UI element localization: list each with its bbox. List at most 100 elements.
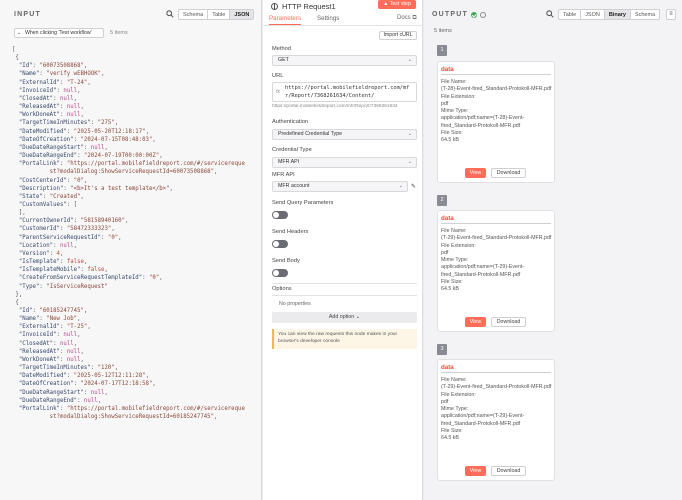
download-button[interactable]: Download [491,466,526,476]
download-button[interactable]: Download [491,317,526,327]
download-button[interactable]: Download [491,168,526,178]
docs-link[interactable]: Docs ⧉ [397,15,417,22]
view-button[interactable]: View [465,168,486,178]
expression-icon: fx [276,89,280,95]
json-line: { [12,55,19,62]
json-line: "Location": null, [12,242,78,249]
input-view-table[interactable]: Table [208,10,231,19]
json-line: "DateOfCreation": "2024-07-17T12:18:58", [12,381,156,388]
send-body-toggle[interactable] [272,269,288,277]
send-query-toggle[interactable] [272,211,288,219]
chevron-down-icon: ⌄ [17,30,22,36]
input-view-json[interactable]: JSON [230,10,254,19]
send-headers-toggle[interactable] [272,240,288,248]
json-line: "InvoiceId": null, [12,87,81,94]
json-line: "DueDateRangeStart": null, [12,144,108,151]
json-line: "DateModified": "2025-05-20T12:18:17", [12,128,150,135]
item-index-badge: 2 [437,195,447,206]
json-line: "Name": "New Job", [12,316,81,323]
add-option-button[interactable]: Add option ⌄ [272,312,417,323]
output-view-json[interactable]: JSON [581,10,605,19]
json-viewer[interactable]: [ { "Id": "60073508868", "Name": "verify… [12,46,260,421]
trigger-select[interactable]: ⌄ When clicking 'Test workflow' [14,28,104,38]
no-properties-text: No properties [279,301,311,307]
input-view-schema[interactable]: Schema [179,10,209,19]
json-line: }, [12,291,23,298]
input-header: INPUT Schema Table JSON ⌄ When clicking … [0,0,262,44]
binary-card: data File Name: (T-29)-Event-fired_Stand… [437,359,555,481]
binary-title: data [441,364,454,371]
chevron-down-icon: ⌄ [398,183,403,189]
json-line: "ReleasedAt": null, [12,348,84,355]
options-label: Options [272,286,292,292]
output-view-table[interactable]: Table [559,10,582,19]
binary-details: File Name: (T-29)-Event-fired_Standard-P… [441,228,552,293]
json-line: "ClosedAt": null, [12,340,78,347]
output-item-count: 5 items [434,28,452,34]
binary-title: data [441,215,454,222]
json-line: "ParentServiceRequestId": "0", [12,234,122,241]
tab-settings[interactable]: Settings [317,15,339,22]
json-line: { [12,299,19,306]
node-title: HTTP Request1 [271,2,336,11]
success-check-icon [470,11,477,18]
url-preview: https://portal.mobilefieldreport.com/mfr… [272,104,398,109]
search-icon[interactable] [546,10,554,18]
json-line: "ExternalId": "T-25", [12,324,91,331]
output-view-binary[interactable]: Binary [604,10,631,19]
import-curl-button[interactable]: Import cURL [379,31,417,40]
json-line: "IsTemplateMobile": false, [12,267,108,274]
json-line: "DueDateRangeStart": null, [12,389,108,396]
binary-card: data File Name: (T-28)-Event-fired_Stand… [437,61,555,183]
json-line: "ReleasedAt": null, [12,104,84,111]
input-title: INPUT [14,11,41,18]
input-view-switcher: Schema Table JSON [178,9,255,20]
json-line: "Id": "60185247745", [12,308,88,314]
credential-type-select[interactable]: MFR API ⌄ [272,157,417,168]
json-line: "PortalLink": "https://portal.mobilefiel… [12,161,245,168]
globe-icon [271,3,278,10]
view-button[interactable]: View [465,466,486,476]
json-line: "Description": "<b>It's a test template<… [12,185,173,192]
chevron-down-icon: ⌄ [407,131,412,137]
send-body-label: Send Body [272,258,300,264]
test-step-button[interactable]: ▲ Test step [378,0,416,9]
divider [272,283,417,284]
json-line: "DateModified": "2025-05-12T12:11:28", [12,373,150,380]
json-line: "InvoiceId": null, [12,332,81,339]
menu-icon[interactable]: ≡ [666,9,676,20]
json-line: "Version": 4, [12,250,64,257]
json-line: "TargetTimeInMinutes": "120", [12,365,119,372]
json-line: ], [12,210,26,217]
item-index-badge: 3 [437,344,447,355]
search-icon[interactable] [166,10,174,18]
node-panel: HTTP Request1 ▲ Test step Parameters Set… [263,0,423,500]
json-line: "ClosedAt": null, [12,95,78,102]
url-label: URL [272,73,284,79]
method-select[interactable]: GET ⌄ [272,55,417,66]
json-line: "WorkDoneAt": null, [12,112,84,119]
url-input[interactable]: fx https://portal.mobilefieldreport.com/… [272,82,417,102]
binary-details: File Name: (T-28)-Event-fired_Standard-P… [441,79,552,144]
tab-parameters[interactable]: Parameters [269,15,301,25]
json-line: st?modalDialog:ShowServiceRequestId=6007… [12,169,218,176]
view-button[interactable]: View [465,317,486,327]
json-line: "CustomValues": [ [12,201,78,208]
json-line: "CostCenterId": "0", [12,177,88,184]
mfr-api-select[interactable]: MFR account ⌄ [272,181,408,192]
json-line: "DueDateRangeEnd": "2024-07-19T00:00:00Z… [12,153,163,160]
output-panel: OUTPUT Table JSON Binary Schema ≡ 5 item… [424,0,682,500]
binary-details: File Name: (T-29)-Event-fired_Standard-P… [441,377,552,442]
binary-card: data File Name: (T-29)-Event-fired_Stand… [437,210,555,332]
send-headers-label: Send Headers [272,229,309,235]
send-query-label: Send Query Parameters [272,200,334,206]
json-line: [ [12,47,16,53]
output-view-schema[interactable]: Schema [631,10,659,19]
json-line: "WorkDoneAt": null, [12,356,84,363]
json-line: "CustomerId": "58472333323", [12,226,115,233]
input-panel: INPUT Schema Table JSON ⌄ When clicking … [0,0,262,500]
json-line: "ExternalId": "T-24", [12,79,91,86]
pencil-icon[interactable]: ✎ [411,183,416,190]
authentication-select[interactable]: Predefined Credential Type ⌄ [272,129,417,140]
json-line: "Name": "verify wEBHOOK", [12,71,105,78]
